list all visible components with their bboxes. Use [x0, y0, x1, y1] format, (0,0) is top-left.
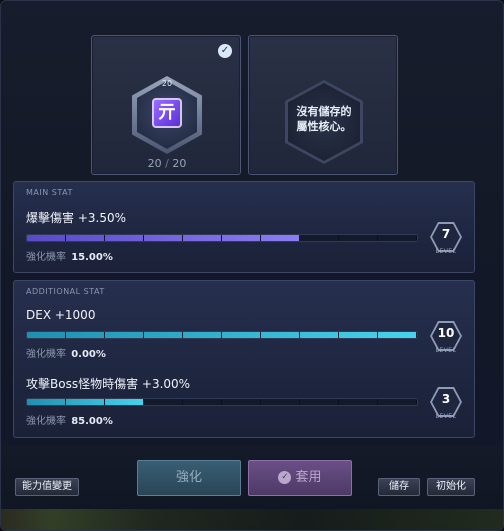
- additional-stat-level: 10: [437, 326, 455, 340]
- main-stat-progress-bar: [26, 234, 418, 242]
- main-stat-level-badge: 7 LEVEL: [428, 222, 464, 256]
- additional-stat-level-word: LEVEL: [435, 347, 457, 354]
- additional-stat-progress-bar: [26, 398, 418, 406]
- check-circle-icon: ✓: [278, 471, 292, 484]
- additional-stat-rate-label: 強化機率: [26, 416, 66, 427]
- main-stat-title: MAIN STAT: [26, 188, 73, 197]
- core-emblem: 20 亓: [132, 76, 202, 154]
- core-enhance-window: ✓ 20 亓 20 / 20 沒有儲存的 屬性核心。 MAIN STAT 爆擊傷…: [0, 0, 504, 531]
- core-level-tag: 20: [161, 79, 173, 88]
- main-stat-level-word: LEVEL: [435, 248, 457, 255]
- additional-stat-rate-value: 0.00%: [71, 349, 106, 360]
- additional-stat-progress-bar: [26, 331, 418, 339]
- reset-button[interactable]: 初始化: [427, 478, 475, 496]
- additional-stat-panel: ADDITIONAL STAT DEX +1000 強化機率 0.00% 10 …: [13, 280, 475, 438]
- additional-stat-level-word: LEVEL: [435, 413, 457, 420]
- additional-stat-title: ADDITIONAL STAT: [26, 287, 105, 296]
- additional-stat-level-badge: 3 LEVEL: [428, 387, 464, 421]
- core-count-separator: /: [165, 157, 169, 170]
- empty-core-message-line2: 屬性核心。: [296, 120, 352, 133]
- additional-stat-level-badge: 10 LEVEL: [428, 321, 464, 355]
- empty-core-message-line1: 沒有儲存的: [296, 105, 352, 118]
- apply-button-label: 套用: [295, 470, 322, 485]
- additional-stat-name: 攻擊Boss怪物時傷害 +3.00%: [26, 377, 191, 391]
- core-count-current: 20: [147, 157, 162, 170]
- main-stat-rate: 強化機率 15.00%: [26, 248, 113, 263]
- core-count-max: 20: [172, 157, 187, 170]
- empty-core-message: 沒有儲存的 屬性核心。: [279, 104, 369, 134]
- additional-stat-rate-label: 強化機率: [26, 349, 66, 360]
- additional-stat-rate-value: 85.00%: [71, 416, 113, 427]
- core-glyph-icon: 亓: [152, 98, 182, 128]
- save-button[interactable]: 儲存: [378, 478, 420, 496]
- check-icon: ✓: [218, 44, 232, 58]
- main-stat-panel: MAIN STAT 爆擊傷害 +3.50% 強化機率 15.00% 7 LEVE…: [13, 181, 475, 273]
- main-stat-level: 7: [441, 227, 451, 241]
- main-stat-rate-value: 15.00%: [71, 252, 113, 263]
- saved-core-slot[interactable]: 沒有儲存的 屬性核心。: [248, 35, 398, 175]
- change-stat-button[interactable]: 能力值變更: [15, 478, 79, 496]
- background-decoration: [1, 509, 503, 530]
- apply-button[interactable]: ✓ 套用: [248, 460, 352, 496]
- additional-stat-rate: 強化機率 0.00%: [26, 345, 106, 360]
- current-core-slot[interactable]: ✓ 20 亓 20 / 20: [91, 35, 241, 175]
- additional-stat-rate: 強化機率 85.00%: [26, 412, 113, 427]
- core-count: 20 / 20: [92, 157, 242, 170]
- main-stat-name: 爆擊傷害 +3.50%: [26, 211, 126, 225]
- additional-stat-level: 3: [441, 392, 451, 406]
- main-stat-rate-label: 強化機率: [26, 252, 66, 263]
- enhance-button[interactable]: 強化: [137, 460, 241, 496]
- additional-stat-name: DEX +1000: [26, 308, 96, 322]
